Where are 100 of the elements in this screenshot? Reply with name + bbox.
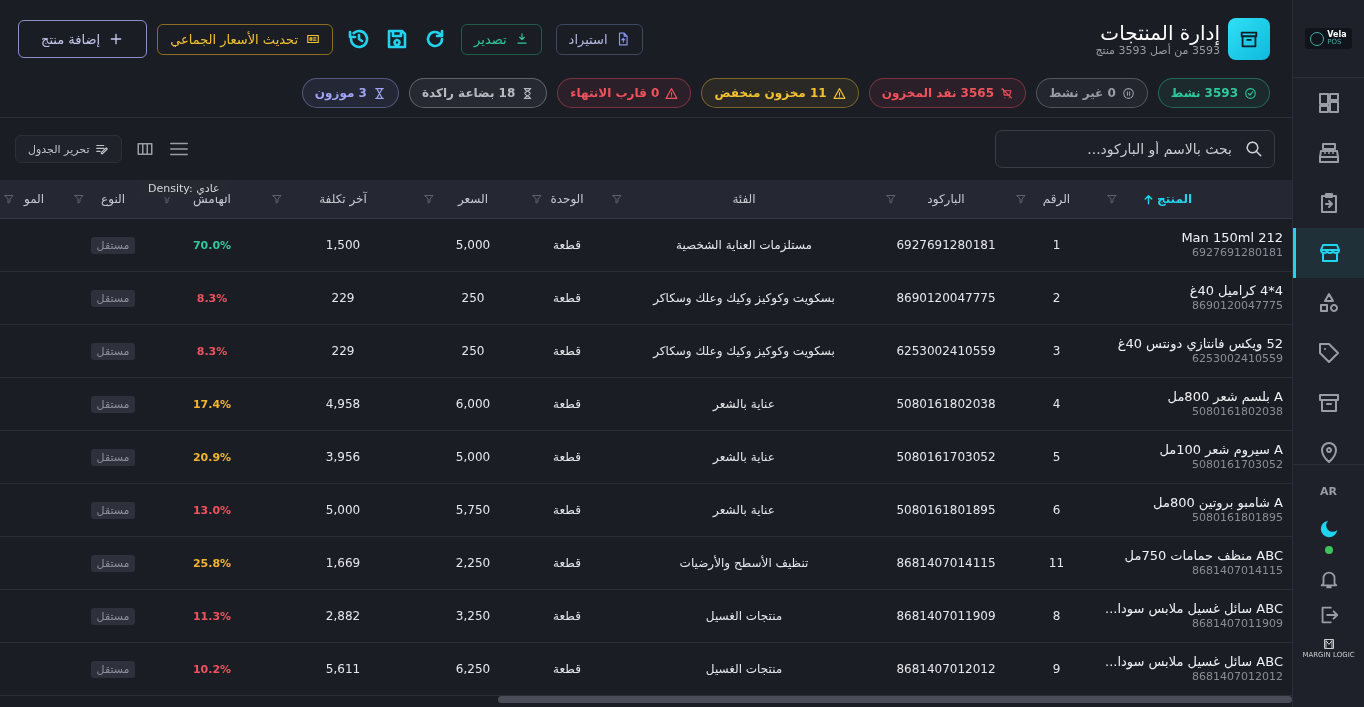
table-cell: 6253002410559 [896,344,996,358]
status-chip[interactable]: 3 موزون [301,78,399,108]
filter-icon [1106,193,1118,205]
column-header[interactable]: الباركود [927,192,965,206]
status-chip[interactable]: 11 مخزون منخفض [701,78,859,108]
column-header[interactable]: النوع [101,192,125,206]
table-cell: 2,882 [325,609,361,623]
status-chip[interactable]: 3593 نشط [1157,78,1270,108]
table-cell: بسكويت وكوكيز وكيك وعلك وسكاكر [653,344,835,358]
table-cell: 3,250 [455,609,491,623]
table-cell: عناية بالشعر [713,503,775,517]
table-cell: 8 [1052,609,1061,623]
table-cell: 6,000 [455,397,491,411]
product-name: ABC سائل غسيل ملابس سودا... [1105,652,1283,671]
column-header[interactable]: السعر [457,192,489,206]
product-name: A بلسم شعر 800مل [1167,387,1283,406]
table-cell: منتجات الغسيل [705,662,783,676]
table-cell: 3 [1052,344,1061,358]
table-cell: 8690120047775 [896,291,996,305]
filter-icon [423,193,435,205]
table-cell: 229 [331,291,355,305]
table-cell: 1 [1052,238,1061,252]
table-cell: بسكويت وكوكيز وكيك وعلك وسكاكر [653,291,835,305]
table-cell: 5,750 [455,503,491,517]
columns-icon [136,140,155,158]
bulk-button[interactable]: تحديث الأسعار الجماعي [157,23,334,55]
column-header[interactable]: آخر تكلفة [319,192,367,206]
product-name: Man 150ml 212 [1181,228,1283,247]
table-cell: 5 [1052,450,1061,464]
column-header[interactable]: المو [23,192,45,206]
status-chip[interactable]: 0 غير نشط [1036,78,1148,108]
table-cell: 250 [461,344,485,358]
filter-icon [1015,193,1027,205]
table-cell: 229 [331,344,355,358]
search-icon [1245,140,1263,158]
language-toggle[interactable]: AR [1320,485,1337,498]
table-cell: 1,669 [325,556,361,570]
table-cell: تنظيف الأسطح والأرضيات [679,556,809,570]
filter-icon [885,193,897,205]
status-chip[interactable]: 0 قارب الانتهاء [557,78,692,108]
column-header[interactable]: الوحدة [550,192,584,206]
table-cell: 4,958 [325,397,361,411]
type-badge: مستقل [90,236,136,254]
table-cell: 2 [1052,291,1061,305]
filter-icon [73,193,85,205]
price-card-icon [306,32,321,46]
product-barcode: 8681407012012 [1192,670,1283,686]
table-cell: قطعة [553,344,581,358]
table-cell: 5,611 [325,662,361,676]
table-cell: قطعة [553,609,581,623]
product-barcode: 8681407011909 [1192,617,1283,633]
product-name: ABC منظف حمامات 750مل [1124,546,1283,565]
product-name: 52 ويكس فانتازي دونتس 40غ [1117,334,1283,353]
table-cell: قطعة [553,503,581,517]
status-dot [1324,546,1333,554]
table-cell: 5080161801895 [896,503,996,517]
type-badge: مستقل [90,342,136,360]
table-cell: 3,956 [325,450,361,464]
product-barcode: 5080161802038 [1192,405,1283,421]
table-cell: 9 [1052,662,1061,676]
product-name: 4*4 كراميل 40غ [1189,281,1283,300]
table-cell: 6927691280181 [896,238,996,252]
edit-table-button[interactable]: تحرير الجدول [15,135,123,163]
cash-register-icon [1316,141,1341,165]
product-barcode: 5080161703052 [1192,458,1283,474]
table-cell: 5,000 [325,503,361,517]
status-chip[interactable]: 3565 نفد المخزون [868,78,1026,108]
product-barcode: 6253002410559 [1192,352,1283,368]
filter-icon [3,193,15,205]
product-barcode: 8690120047775 [1192,299,1283,315]
margin-value: 25.8% [192,556,232,570]
archive-icon [1316,391,1341,415]
table-cell: قطعة [553,450,581,464]
product-barcode: 5080161801895 [1192,511,1283,527]
table-cell: عناية بالشعر [713,450,775,464]
column-header[interactable]: الرقم [1042,192,1071,206]
product-name: A شامبو بروتين 800مل [1153,493,1283,512]
edit-icon [95,142,110,156]
table-cell: 5,000 [455,238,491,252]
type-badge: مستقل [90,395,136,413]
columns-button[interactable] [136,140,155,158]
type-badge: مستقل [90,660,136,678]
product-barcode: 8681407014115 [1192,564,1283,580]
column-header[interactable]: الفئة [732,192,756,206]
tag-icon [1316,341,1341,365]
scrollbar[interactable] [498,696,1292,703]
hourglass-icon [372,86,386,100]
cart-crossed-icon [1000,86,1013,100]
table-cell: 8681407011909 [896,609,996,623]
margin-value: 8.3% [196,344,228,358]
status-chip[interactable]: 18 بضاعة راكدة [408,78,548,108]
table-cell: 8681407014115 [896,556,996,570]
type-badge: مستقل [90,289,136,307]
column-header[interactable]: المنتج [1157,192,1193,206]
table-cell: قطعة [553,397,581,411]
export-button[interactable]: تصدير [461,23,542,55]
add-button[interactable]: إضافة منتج [18,20,148,58]
warning-icon [832,86,846,100]
import-button[interactable]: استيراد [555,23,643,55]
sidebar-item[interactable] [1293,228,1364,278]
